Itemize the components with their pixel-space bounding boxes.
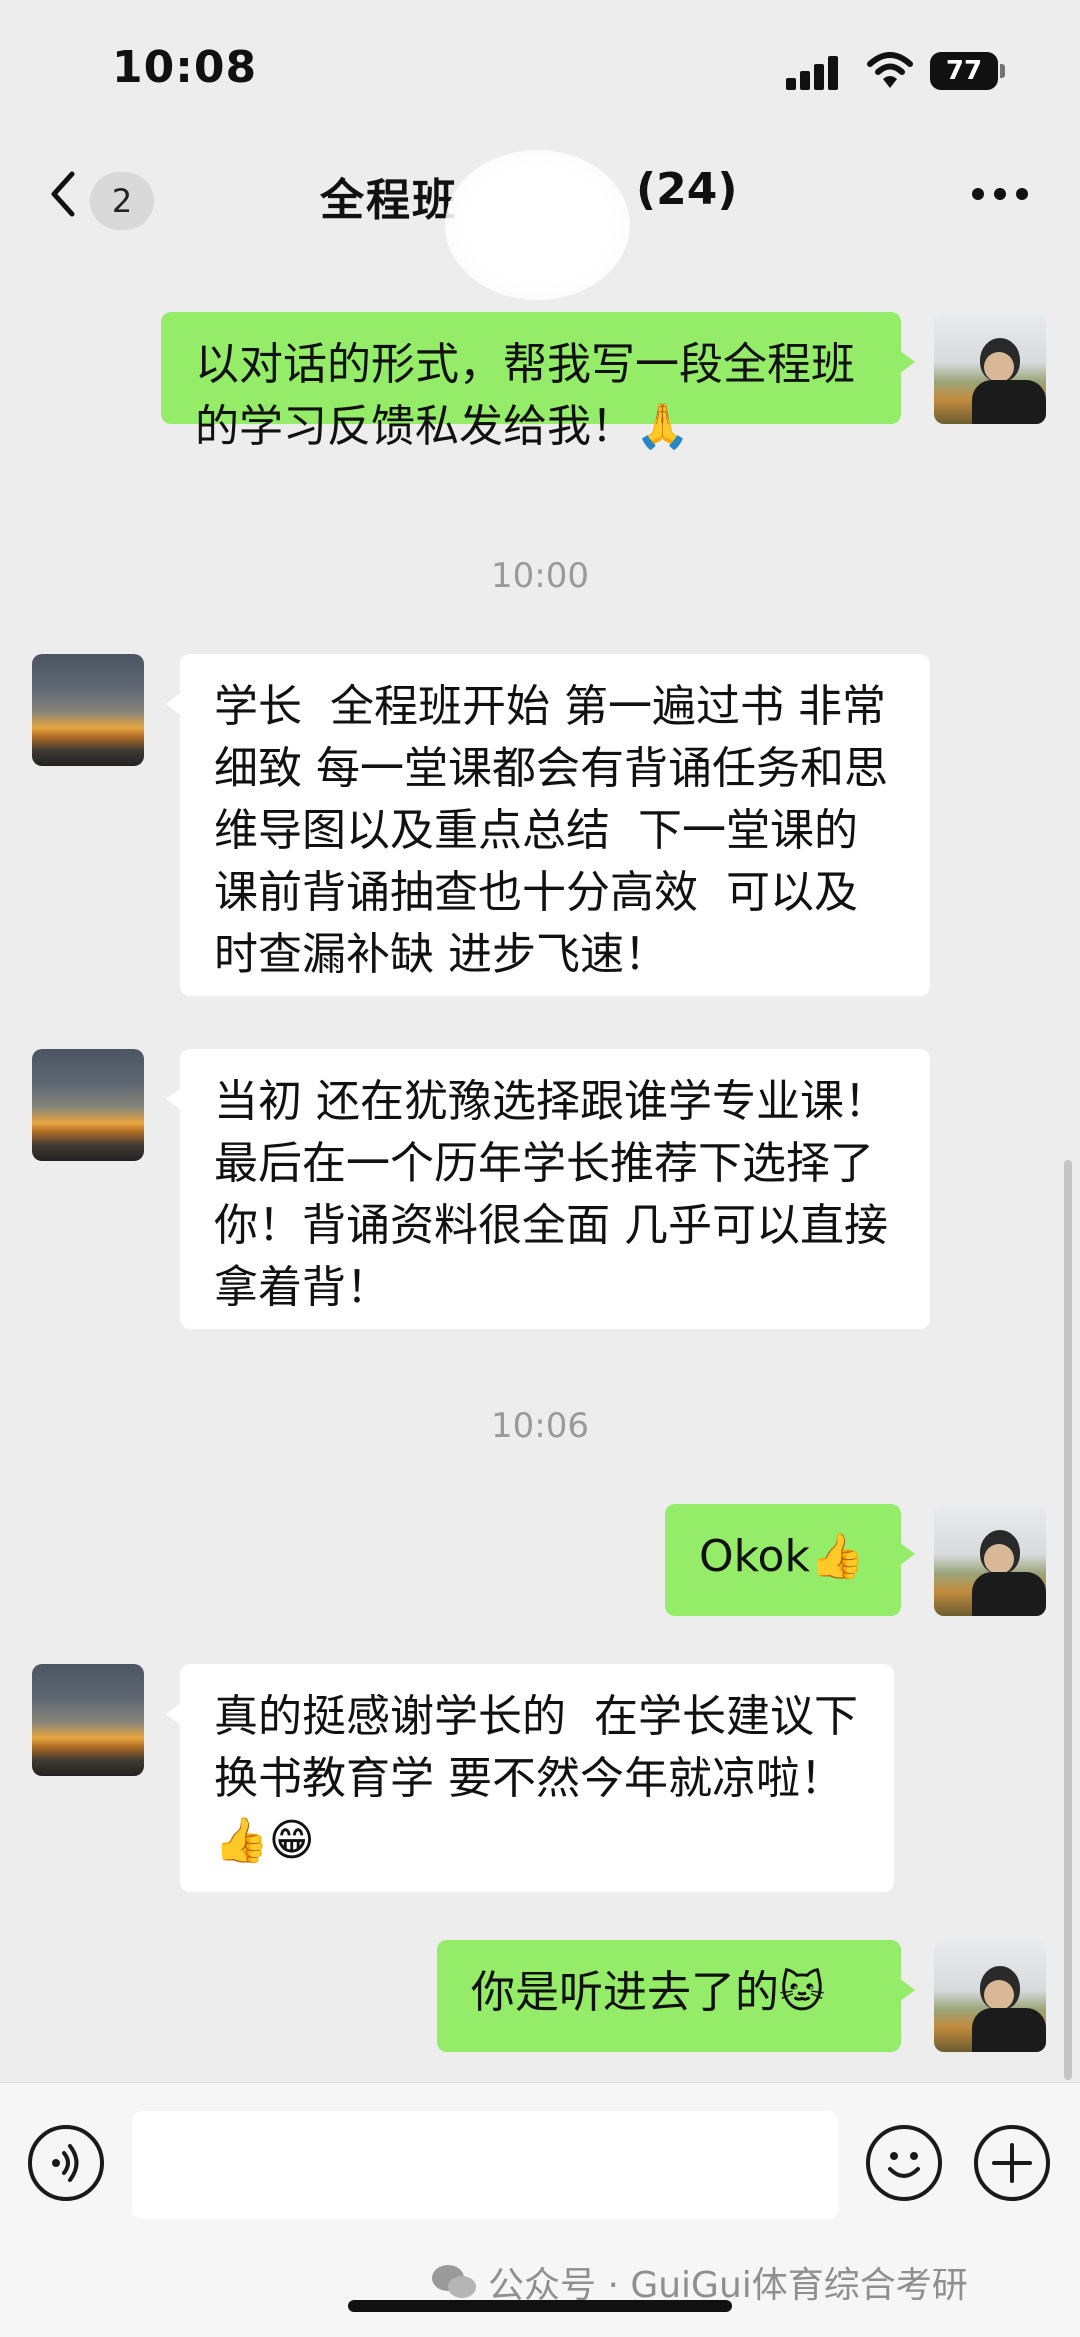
contact-avatar[interactable] xyxy=(32,1049,144,1161)
voice-icon[interactable] xyxy=(28,2125,104,2201)
wifi-icon xyxy=(867,52,913,88)
wechat-logo-icon xyxy=(432,2265,476,2298)
self-avatar[interactable] xyxy=(934,1504,1046,1616)
member-count: (24) xyxy=(636,164,738,215)
scrollbar[interactable] xyxy=(1064,1160,1072,2080)
chevron-left-icon[interactable] xyxy=(44,166,80,222)
battery-icon: 77 xyxy=(930,52,998,90)
contact-avatar[interactable] xyxy=(32,1664,144,1776)
message-bubble-other[interactable]: 学长 全程班开始 第一遍过书 非常细致 每一堂课都会有背诵任务和思维导图以及重点… xyxy=(166,654,930,996)
message-timestamp: 10:00 xyxy=(491,556,589,596)
plus-icon[interactable] xyxy=(974,2125,1050,2201)
unread-count-badge[interactable]: 2 xyxy=(90,172,154,230)
message-bubble-self[interactable]: 以对话的形式，帮我写一段全程班的学习反馈私发给我！🙏 xyxy=(161,312,915,452)
status-time: 10:08 xyxy=(112,42,258,93)
self-avatar[interactable] xyxy=(934,1940,1046,2052)
emoji-icon[interactable] xyxy=(866,2125,942,2201)
message-bubble-self[interactable]: Okok👍 xyxy=(665,1504,915,1616)
status-bar: 10:08 77 xyxy=(0,0,1080,140)
self-avatar[interactable] xyxy=(934,312,1046,424)
message-input[interactable] xyxy=(132,2111,838,2219)
message-bubble-other[interactable]: 真的挺感谢学长的 在学长建议下 换书教育学 要不然今年就凉啦！👍😁 xyxy=(166,1664,894,1892)
chat-title[interactable]: 全程班 xyxy=(320,164,458,228)
message-list[interactable]: 以对话的形式，帮我写一段全程班的学习反馈私发给我！🙏 10:00 学长 全程班开… xyxy=(0,252,1080,2082)
message-bubble-self[interactable]: 你是听进去了的🐱 xyxy=(437,1940,915,2052)
more-dots-icon[interactable] xyxy=(972,188,1028,202)
home-indicator[interactable] xyxy=(348,2300,732,2312)
battery-cap xyxy=(1000,64,1005,78)
signal-icon xyxy=(786,56,840,90)
message-bubble-other[interactable]: 当初 还在犹豫选择跟谁学专业课！最后在一个历年学长推荐下选择了你！背诵资料很全面… xyxy=(166,1049,930,1329)
message-timestamp: 10:06 xyxy=(491,1406,589,1446)
contact-avatar[interactable] xyxy=(32,654,144,766)
